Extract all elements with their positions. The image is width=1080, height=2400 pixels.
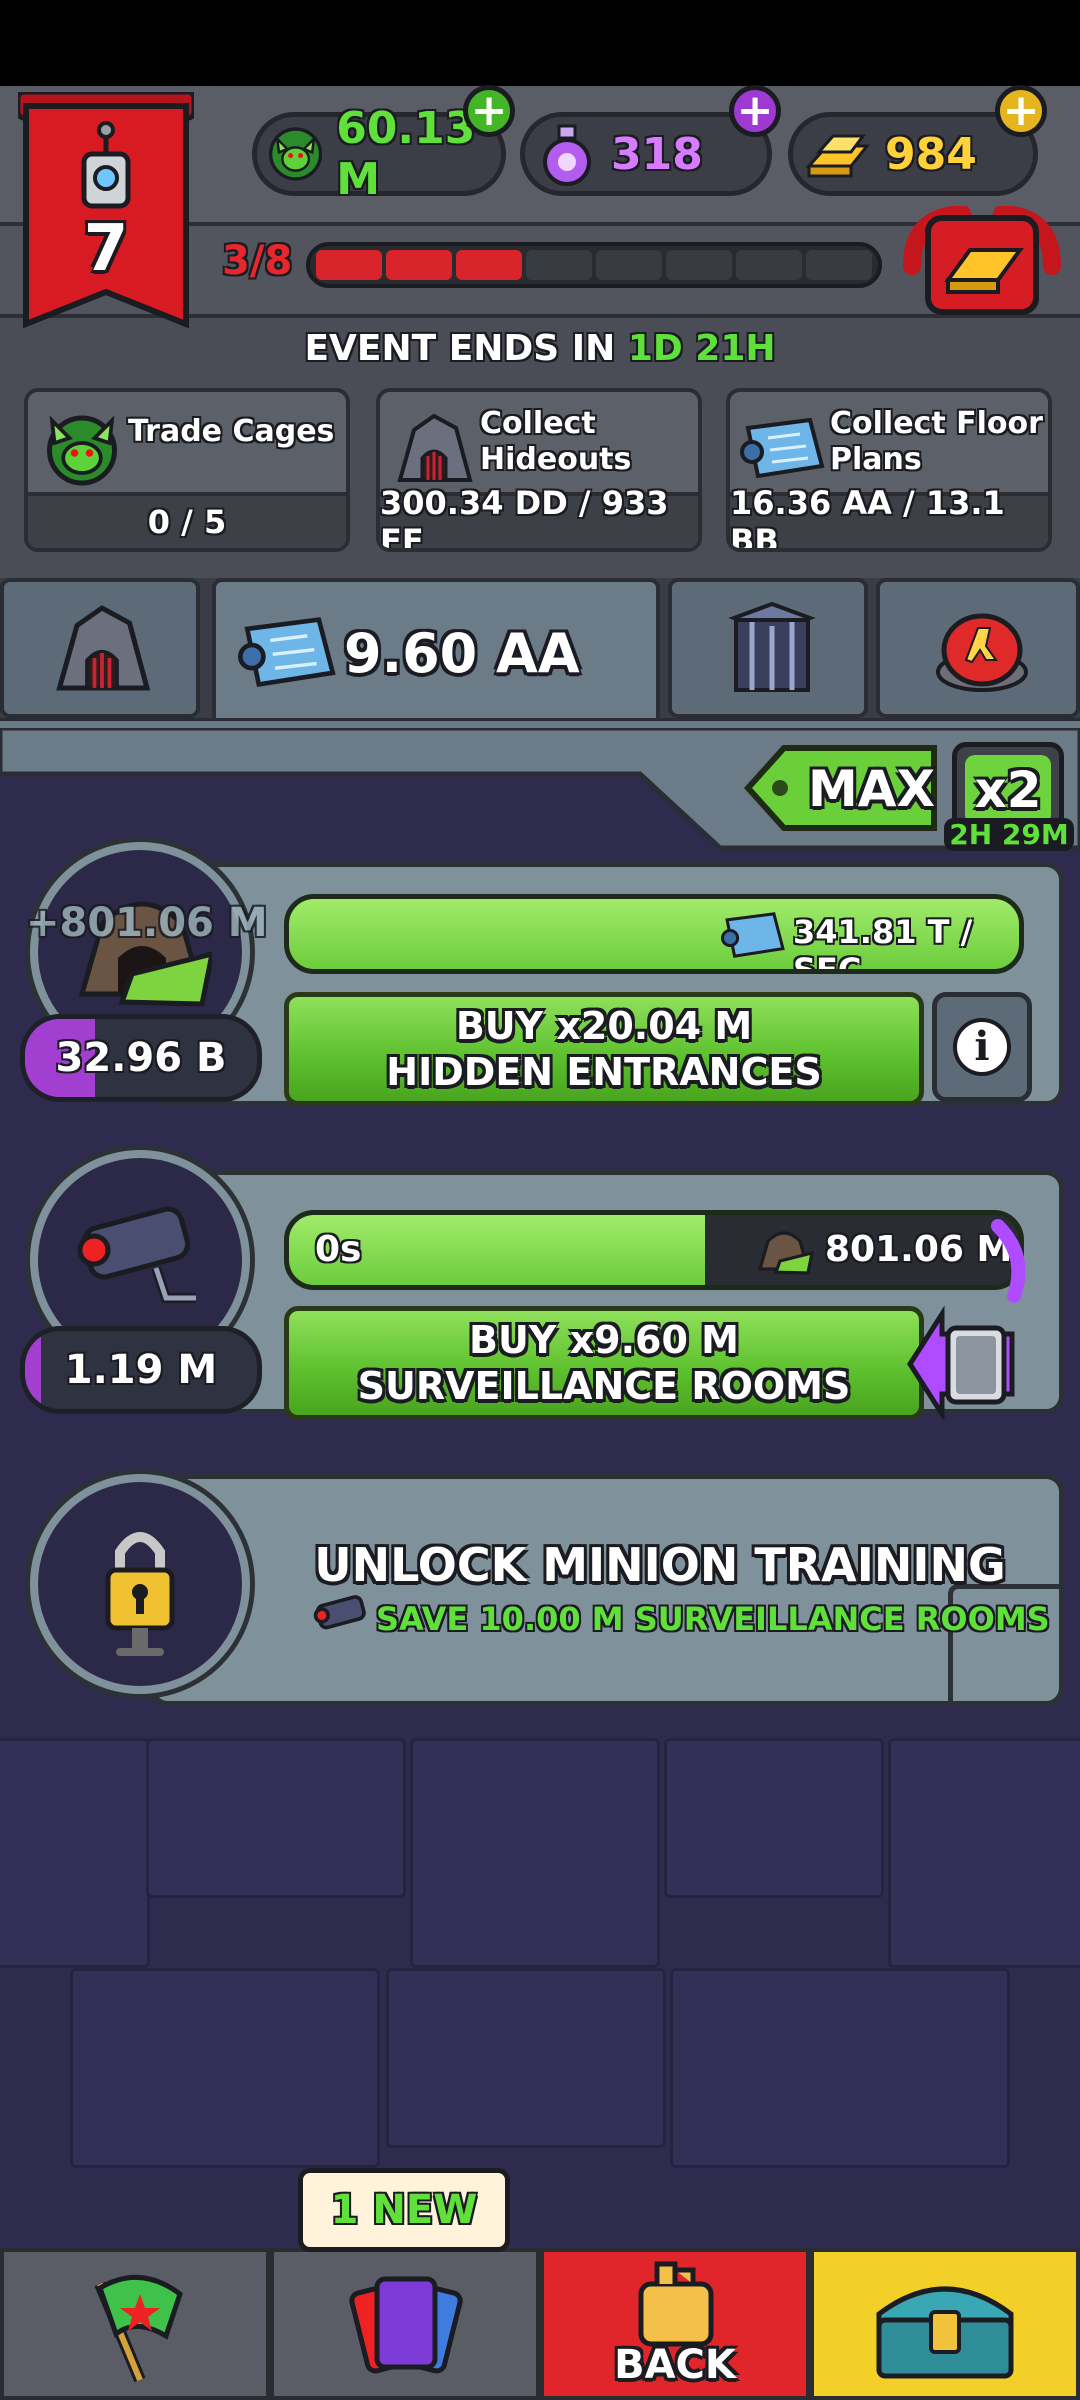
generator-progress-bar: 341.81 T / SEC bbox=[284, 894, 1024, 974]
max-label: MAX bbox=[808, 760, 936, 818]
currency-gold-value: 984 bbox=[885, 128, 977, 180]
level-progress-segment bbox=[456, 250, 522, 280]
level-progress-segment bbox=[316, 250, 382, 280]
hideout-icon bbox=[397, 413, 473, 482]
flag-icon bbox=[94, 2274, 183, 2383]
padlock-icon bbox=[105, 1532, 175, 1656]
currency-gold[interactable]: 984 + bbox=[788, 85, 1047, 196]
info-button[interactable]: i bbox=[932, 992, 1032, 1102]
security-camera-icon bbox=[313, 1595, 366, 1630]
cards-icon bbox=[349, 2276, 463, 2374]
boost-timer: 2H 29M bbox=[944, 818, 1074, 851]
unlock-title: UNLOCK MINION TRAINING bbox=[314, 1538, 1006, 1592]
wall-brick bbox=[670, 1968, 1010, 2168]
level-progress-segment bbox=[806, 250, 872, 280]
generator-rate: 341.81 T / SEC bbox=[793, 913, 973, 974]
event-task-collect-hideouts[interactable]: Collect Hideouts 300.34 DD / 933 FF bbox=[376, 388, 702, 552]
event-task-title: Trade Cages bbox=[128, 414, 335, 449]
event-task-trade-cages[interactable]: Trade Cages 0 / 5 bbox=[24, 388, 350, 552]
event-task-title: Collect Hideouts bbox=[480, 406, 632, 477]
security-camera-icon bbox=[77, 1206, 196, 1303]
blueprint-icon bbox=[238, 617, 336, 687]
manager-card-button[interactable] bbox=[902, 1216, 1034, 1423]
wall-brick bbox=[70, 1968, 380, 2168]
level-progress-segment bbox=[736, 250, 802, 280]
nav-missions-button[interactable] bbox=[0, 2248, 270, 2400]
generator-timer: 0s bbox=[315, 1229, 362, 1270]
wall-brick bbox=[410, 1738, 660, 1968]
new-cards-badge: 1 NEW bbox=[298, 2168, 510, 2252]
max-button[interactable]: MAX bbox=[744, 742, 940, 834]
event-label: EVENT ENDS IN bbox=[304, 328, 616, 369]
monster-head-icon bbox=[269, 127, 323, 181]
level-progress-segment bbox=[596, 250, 662, 280]
boost-x2-label: x2 bbox=[974, 761, 1042, 819]
level-progress-segment bbox=[666, 250, 732, 280]
blueprint-icon bbox=[740, 417, 825, 479]
currency-potions[interactable]: 318 + bbox=[520, 85, 781, 196]
wall-brick bbox=[146, 1738, 406, 1898]
nav-cards-button[interactable] bbox=[270, 2248, 540, 2400]
level-number: 7 bbox=[83, 212, 129, 286]
blueprint-icon bbox=[721, 912, 785, 958]
resource-tabs: 9.60 AA bbox=[0, 578, 1080, 730]
alarm-button-icon bbox=[936, 613, 1028, 692]
wall-brick bbox=[0, 1738, 150, 1968]
event-task-collect-floor-plans[interactable]: Collect Floor Plans 16.36 AA / 13.1 BB bbox=[726, 388, 1052, 552]
potion-icon bbox=[543, 124, 591, 186]
wall-brick bbox=[888, 1738, 1080, 1968]
generator-owned: 1.19 M bbox=[20, 1326, 262, 1414]
unlock-requirement: SAVE 10.00 M SURVEILLANCE ROOMS bbox=[376, 1600, 1050, 1638]
hidden-entrance-icon bbox=[757, 1231, 815, 1275]
add-gold-button[interactable]: + bbox=[995, 85, 1047, 137]
event-task-progress: 16.36 AA / 13.1 BB bbox=[730, 484, 1048, 548]
back-label: BACK bbox=[614, 2342, 736, 2388]
hideout-icon bbox=[56, 605, 151, 691]
bottom-nav: BACK bbox=[0, 2248, 1080, 2400]
generator-owned-value: 1.19 M bbox=[64, 1347, 218, 1393]
gold-bars-icon bbox=[805, 134, 871, 178]
level-banner[interactable]: 7 bbox=[15, 89, 197, 332]
back-button[interactable]: BACK bbox=[540, 2248, 810, 2400]
generator-owned-fill bbox=[25, 1331, 42, 1409]
cage-icon bbox=[728, 601, 816, 692]
level-progress-segment bbox=[526, 250, 592, 280]
unlock-icon-frame bbox=[30, 1474, 250, 1694]
fist-icon bbox=[638, 2261, 714, 2347]
wall-brick bbox=[386, 1968, 666, 2148]
currency-potions-value: 318 bbox=[611, 128, 703, 180]
generator-owned: 32.96 B bbox=[20, 1014, 262, 1102]
nav-chest-button[interactable] bbox=[810, 2248, 1080, 2400]
level-progress-bar bbox=[306, 242, 882, 288]
wall-brick bbox=[664, 1738, 884, 1898]
monster-head-icon bbox=[47, 415, 117, 486]
tab-floor-plans[interactable]: 9.60 AA bbox=[212, 578, 660, 730]
event-task-title: Collect Floor Plans bbox=[830, 406, 1043, 477]
tab-cages[interactable] bbox=[668, 578, 868, 718]
event-time: 1D 21H bbox=[627, 328, 776, 369]
tab-floor-plans-value: 9.60 AA bbox=[344, 622, 580, 685]
gold-shop-button[interactable] bbox=[902, 205, 1062, 324]
tab-hideouts[interactable] bbox=[0, 578, 200, 718]
level-progress-segment bbox=[386, 250, 452, 280]
new-cards-badge-label: 1 NEW bbox=[330, 2187, 478, 2233]
currency-cages[interactable]: 60.13 M + bbox=[252, 85, 515, 205]
event-task-progress: 0 / 5 bbox=[28, 492, 346, 548]
tab-alarm[interactable] bbox=[876, 578, 1080, 718]
generator-owned-value: 32.96 B bbox=[55, 1035, 227, 1081]
add-cages-button[interactable]: + bbox=[463, 85, 515, 137]
buy-surveillance-rooms-button[interactable]: BUY x9.60 M SURVEILLANCE ROOMS bbox=[284, 1306, 924, 1420]
add-potions-button[interactable]: + bbox=[729, 85, 781, 137]
buy-hidden-entrances-button[interactable]: BUY x20.04 M HIDDEN ENTRANCES bbox=[284, 992, 924, 1106]
info-icon: i bbox=[953, 1018, 1011, 1076]
treasure-chest-icon bbox=[876, 2286, 1014, 2379]
level-progress-text: 3/8 bbox=[222, 238, 293, 284]
event-timer: EVENT ENDS IN 1D 21H bbox=[0, 328, 1080, 369]
generator-float-gain: +801.06 M bbox=[26, 900, 268, 946]
event-task-progress: 300.34 DD / 933 FF bbox=[380, 484, 698, 548]
